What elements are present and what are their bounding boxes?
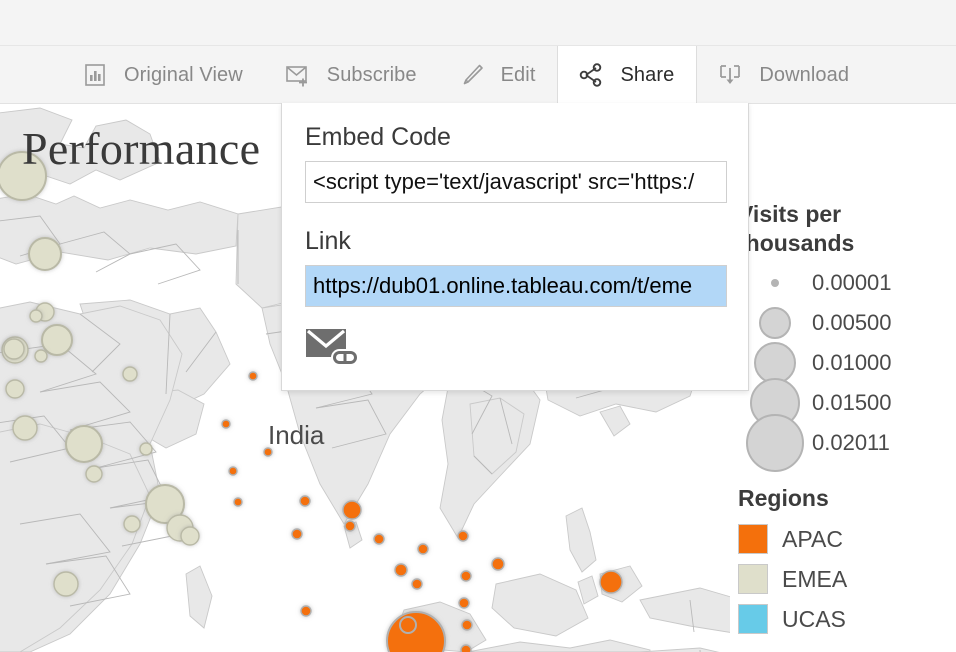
map-mark-apac[interactable] (457, 530, 469, 542)
map-mark-apac[interactable] (373, 533, 385, 545)
map-mark-apac[interactable] (342, 500, 362, 520)
embed-code-label: Embed Code (305, 123, 451, 151)
toolbar-item-share-label: Share (620, 64, 675, 86)
map-mark-apac[interactable] (394, 563, 408, 577)
map-mark-apac[interactable] (417, 543, 429, 555)
link-input[interactable] (305, 265, 727, 307)
region-legend-label: EMEA (782, 565, 848, 592)
size-legend-circle (771, 278, 779, 287)
region-legend-item-emea[interactable]: EMEA (738, 559, 847, 599)
region-color-swatch (738, 564, 768, 595)
toolbar-item-edit-label: Edit (500, 64, 536, 86)
map-mark-apac[interactable] (228, 466, 238, 476)
regions-legend-title: Regions (738, 485, 829, 511)
region-legend-label: APAC (782, 525, 843, 552)
map-mark-emea[interactable] (180, 526, 200, 546)
toolbar-item-download-label: Download (759, 64, 850, 86)
map-mark-emea[interactable] (122, 366, 138, 382)
size-legend-circle (746, 413, 804, 472)
chrome-strip (0, 0, 956, 46)
map-mark-apac[interactable] (233, 497, 243, 507)
share-dropdown-panel: Embed Code Link (281, 103, 749, 391)
envelope-plus-icon (283, 60, 313, 90)
size-legend-swatch-cell (738, 413, 812, 472)
page-title: Performance (22, 123, 261, 174)
map-mark-apac[interactable] (599, 570, 623, 594)
map-mark-emea[interactable] (41, 324, 73, 356)
region-legend-item-ucas[interactable]: UCAS (738, 599, 847, 639)
size-legend-title-line2: thousands (738, 230, 855, 257)
size-legend-row: 0.00001 (738, 263, 892, 303)
size-legend-value: 0.00001 (812, 269, 892, 295)
map-mark-emea[interactable] (5, 379, 25, 399)
map-mark-emea[interactable] (3, 338, 25, 360)
map-mark-emea[interactable] (123, 515, 141, 533)
map-mark-apac[interactable] (460, 644, 472, 652)
toolbar-item-edit[interactable]: Edit (439, 46, 558, 104)
map-mark-apac[interactable] (458, 597, 470, 609)
size-legend-row: 0.01000 (738, 341, 892, 384)
size-legend-swatch-cell (738, 278, 812, 287)
map-label-india: India (268, 420, 325, 450)
view-toolbar: Original View Subscribe Edit Share Downl… (0, 46, 956, 104)
map-mark-emea[interactable] (85, 465, 103, 483)
map-mark-apac[interactable] (460, 570, 472, 582)
regions-legend: Regions APAC EMEA UCAS (738, 484, 847, 639)
size-legend-swatch-cell (738, 306, 812, 339)
map-mark-apac[interactable] (344, 520, 356, 532)
download-icon (715, 60, 745, 90)
map-mark-apac[interactable] (221, 419, 231, 429)
map-mark-emea[interactable] (12, 415, 38, 441)
size-legend-title: Visits per thousands (738, 200, 892, 259)
toolbar-item-share[interactable]: Share (557, 46, 698, 104)
map-mark-apac[interactable] (299, 495, 311, 507)
dashboard-root: Original View Subscribe Edit Share Downl… (0, 0, 956, 652)
map-mark-apac[interactable] (300, 605, 312, 617)
map-mark-emea[interactable] (65, 425, 103, 463)
size-legend-title-line1: Visits per (738, 201, 842, 227)
toolbar-left-spacer (0, 46, 62, 103)
region-color-swatch (738, 524, 768, 555)
map-mark-emea[interactable] (28, 237, 62, 271)
legend-panel: Visits per thousands 0.00001 0.00500 0.010… (730, 104, 956, 652)
pencil-icon (457, 60, 487, 90)
size-legend-row: 0.02011 (738, 413, 892, 472)
map-mark-apac[interactable] (461, 619, 473, 631)
map-mark-apac[interactable] (491, 557, 505, 571)
map-mark-emea[interactable] (53, 571, 79, 597)
toolbar-item-original-view[interactable]: Original View (62, 46, 265, 104)
size-legend-rows: 0.00001 0.00500 0.01000 0.01500 0.02011 (738, 263, 892, 472)
map-mark-apac[interactable] (291, 528, 303, 540)
regions-legend-rows: APAC EMEA UCAS (738, 519, 847, 639)
toolbar-item-subscribe-label: Subscribe (326, 64, 417, 86)
region-legend-item-apac[interactable]: APAC (738, 519, 847, 559)
region-color-swatch (738, 604, 768, 635)
size-legend: Visits per thousands 0.00001 0.00500 0.010… (738, 200, 892, 472)
size-legend-value: 0.00500 (812, 309, 892, 335)
email-link-button[interactable] (305, 327, 363, 371)
toolbar-item-original-view-label: Original View (124, 64, 243, 86)
region-legend-label: UCAS (782, 605, 846, 632)
size-legend-value: 0.02011 (812, 429, 890, 455)
map-mark-emea[interactable] (139, 442, 153, 456)
map-mark-emea[interactable] (34, 349, 48, 363)
link-label: Link (305, 227, 351, 255)
envelope-link-icon (305, 327, 363, 371)
size-legend-value: 0.01000 (812, 349, 892, 375)
map-mark-apac[interactable] (248, 371, 258, 381)
toolbar-item-subscribe[interactable]: Subscribe (265, 46, 439, 104)
toolbar-item-download[interactable]: Download (697, 46, 871, 104)
bar-chart-icon (80, 60, 110, 90)
share-nodes-icon (576, 60, 606, 90)
size-legend-value: 0.01500 (812, 389, 892, 415)
map-mark-emea[interactable] (29, 309, 43, 323)
map-mark-apac[interactable] (411, 578, 423, 590)
size-legend-circle (759, 306, 791, 339)
embed-code-input[interactable] (305, 161, 727, 203)
size-legend-row: 0.00500 (738, 303, 892, 343)
